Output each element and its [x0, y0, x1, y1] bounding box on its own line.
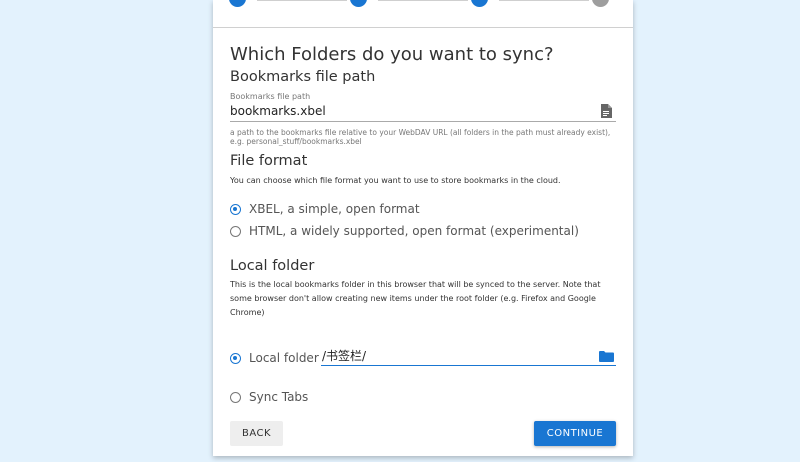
radio-checked-icon[interactable] — [230, 203, 241, 215]
bookmarks-path-underline — [230, 121, 616, 122]
local-folder-path-input[interactable]: /书签栏/ — [321, 346, 616, 366]
radio-sync-tabs-label: Sync Tabs — [249, 390, 309, 404]
radio-sync-tabs[interactable]: Sync Tabs — [230, 390, 308, 404]
local-folder-heading: Local folder — [230, 258, 315, 274]
step-4[interactable]: 4 — [592, 0, 609, 7]
radio-unchecked-icon[interactable] — [230, 391, 241, 403]
local-folder-description: This is the local bookmarks folder in th… — [230, 280, 601, 317]
file-format-heading: File format — [230, 153, 308, 169]
back-button[interactable]: BACK — [230, 421, 283, 446]
stepper: ✓ ✓ 3 4 — [213, 0, 633, 28]
radio-xbel-label: XBEL, a simple, open format — [249, 202, 420, 216]
file-format-description: You can choose which file format you wan… — [230, 176, 561, 185]
step-connector — [499, 0, 589, 1]
radio-local-folder-label: Local folder — [249, 351, 319, 365]
continue-button[interactable]: CONTINUE — [534, 421, 616, 446]
file-document-icon[interactable] — [600, 104, 612, 118]
radio-local-folder[interactable]: Local folder — [230, 351, 319, 365]
radio-xbel[interactable]: XBEL, a simple, open format — [230, 202, 420, 216]
bookmarks-path-heading: Bookmarks file path — [230, 69, 376, 85]
radio-html-label: HTML, a widely supported, open format (e… — [249, 224, 579, 238]
page-title: Which Folders do you want to sync? — [230, 44, 554, 65]
radio-checked-icon[interactable] — [230, 352, 241, 364]
radio-html[interactable]: HTML, a widely supported, open format (e… — [230, 224, 579, 238]
wizard-card: ✓ ✓ 3 4 Which Folders do you want to syn… — [213, 0, 633, 456]
step-2-check-icon[interactable]: ✓ — [350, 0, 367, 7]
bookmarks-path-label: Bookmarks file path — [230, 92, 311, 101]
folder-icon[interactable] — [599, 351, 614, 362]
radio-unchecked-icon[interactable] — [230, 225, 241, 237]
step-connector — [257, 0, 347, 1]
step-1-check-icon[interactable]: ✓ — [229, 0, 246, 7]
bookmarks-path-hint: a path to the bookmarks file relative to… — [230, 128, 611, 146]
step-3[interactable]: 3 — [471, 0, 488, 7]
step-connector — [378, 0, 468, 1]
bookmarks-path-input[interactable]: bookmarks.xbel — [230, 104, 326, 118]
